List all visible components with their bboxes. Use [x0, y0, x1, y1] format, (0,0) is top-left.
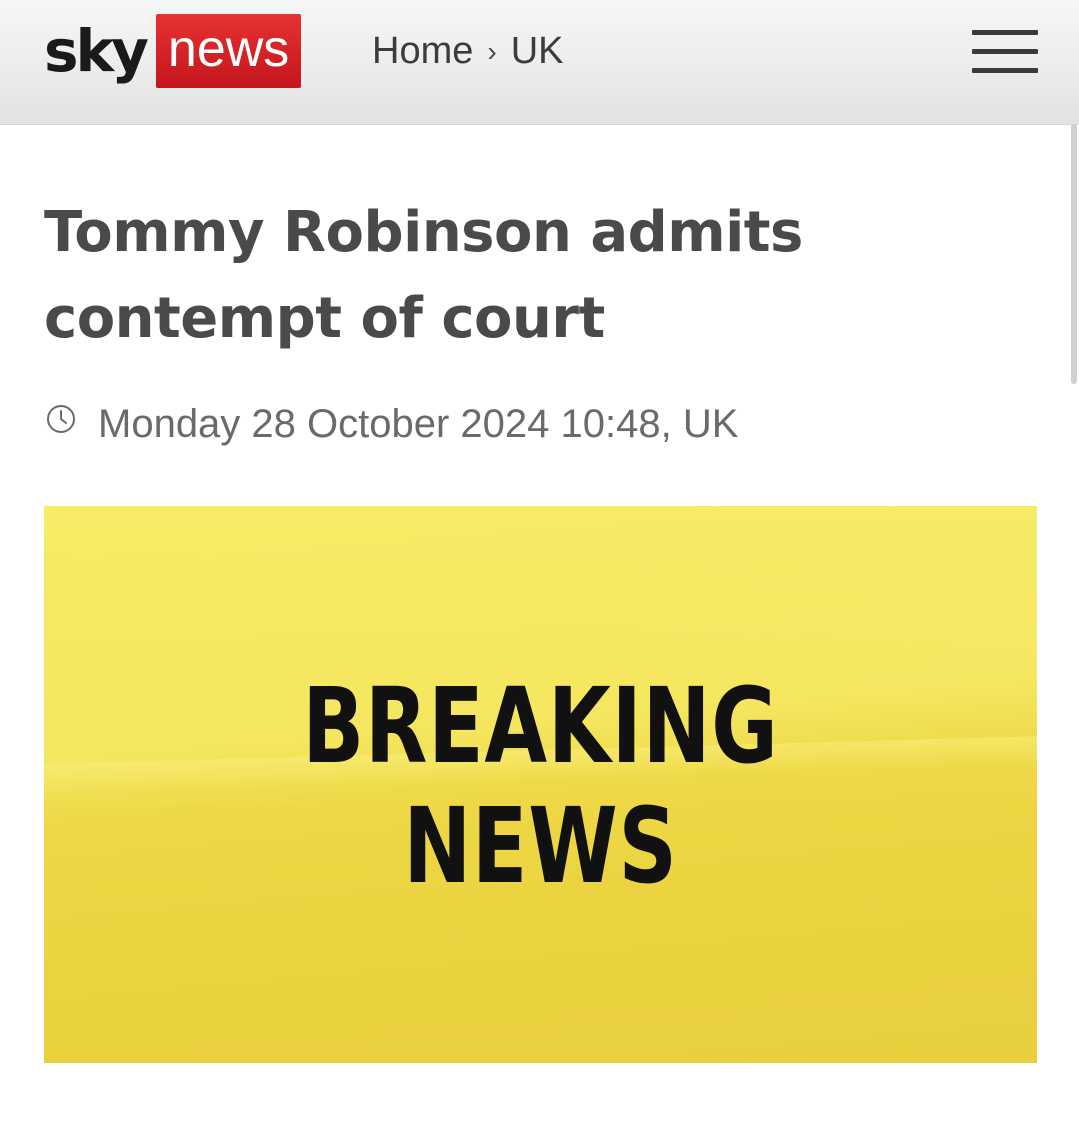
breadcrumb: Home › UK: [372, 30, 564, 73]
menu-bar-bottom: [972, 68, 1038, 73]
article-headline: Tommy Robinson admits contempt of court: [44, 200, 803, 351]
site-header: sky news Home › UK: [0, 0, 1079, 125]
logo-sky-text: sky: [44, 17, 149, 85]
breaking-word: BREAKING: [302, 665, 779, 787]
sky-news-logo[interactable]: sky news: [44, 14, 302, 88]
logo-news-badge: news: [155, 14, 302, 88]
menu-bar-top: [972, 30, 1038, 35]
breadcrumb-uk-link[interactable]: UK: [511, 30, 564, 73]
article-timestamp: Monday 28 October 2024 10:48, UK: [98, 402, 739, 446]
page-scrollbar[interactable]: [1071, 124, 1077, 384]
clock-icon: [47, 404, 75, 433]
article-timestamp-row: Monday 28 October 2024 10:48, UK: [46, 402, 738, 447]
breaking-news-image[interactable]: BREAKING NEWS: [44, 506, 1037, 1063]
breadcrumb-separator: ›: [487, 35, 497, 67]
breadcrumb-home-link[interactable]: Home: [372, 30, 473, 73]
menu-bar-middle: [972, 49, 1038, 54]
hamburger-menu-icon[interactable]: [972, 30, 1038, 74]
news-word: NEWS: [403, 785, 678, 907]
breaking-news-text: BREAKING NEWS: [153, 666, 928, 906]
